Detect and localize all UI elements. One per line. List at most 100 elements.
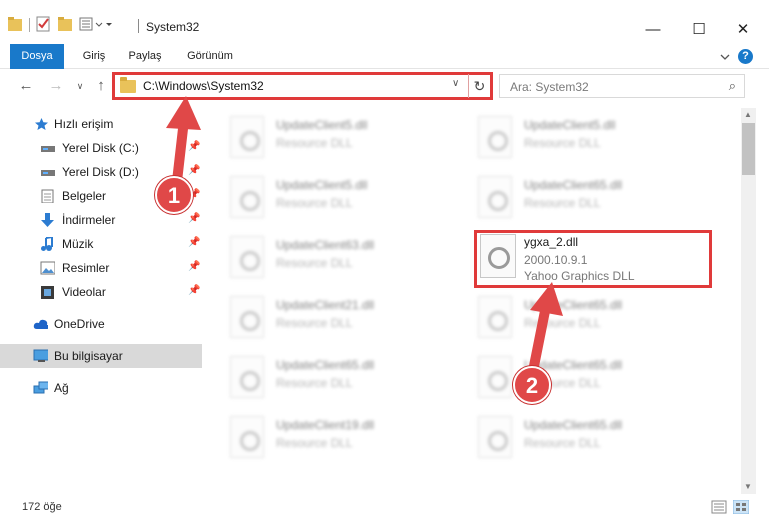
expand-ribbon-icon[interactable]	[718, 49, 732, 65]
sidebar-item-onedrive[interactable]: OneDrive	[0, 312, 202, 336]
sidebar-item-network[interactable]: Ağ	[0, 376, 202, 400]
folder-icon	[120, 77, 136, 93]
sidebar-item-music[interactable]: Müzik 📌	[0, 232, 202, 256]
forward-button[interactable]: →	[46, 76, 66, 96]
dll-file-icon	[230, 416, 264, 458]
help-icon[interactable]: ?	[738, 49, 753, 64]
drive-icon	[41, 170, 55, 176]
vertical-scrollbar[interactable]: ▲ ▼	[741, 108, 756, 494]
dll-file-icon	[478, 176, 512, 218]
pin-icon[interactable]: 📌	[188, 165, 200, 176]
address-dropdown-icon[interactable]: ∨	[452, 78, 459, 89]
file-item[interactable]: UpdateClient65.dll Resource DLL	[454, 172, 694, 228]
tab-share[interactable]: Paylaş	[122, 44, 168, 69]
dll-file-icon	[230, 356, 264, 398]
sidebar-item-this-pc[interactable]: Bu bilgisayar	[0, 344, 202, 368]
sidebar-item-videos[interactable]: Videolar 📌	[0, 280, 202, 304]
close-button[interactable]: ✕	[720, 14, 766, 44]
file-item[interactable]: UpdateClient5.dll Resource DLL	[206, 172, 446, 228]
dll-file-icon	[230, 176, 264, 218]
file-item[interactable]: UpdateClient5.dll Resource DLL	[454, 112, 694, 168]
scrollbar-thumb[interactable]	[742, 123, 755, 175]
drive-icon	[41, 146, 55, 152]
sidebar-item-pictures[interactable]: Resimler 📌	[0, 256, 202, 280]
close-icon: ✕	[736, 21, 750, 38]
maximize-button[interactable]: ☐	[676, 14, 722, 44]
tab-view[interactable]: Görünüm	[180, 44, 240, 69]
sidebar-item-label: Belgeler	[62, 189, 107, 203]
properties-icon[interactable]	[36, 16, 51, 32]
up-button[interactable]: ↑	[91, 76, 111, 96]
file-item[interactable]: UpdateClient65.dll Resource DLL	[454, 292, 694, 348]
file-name: UpdateClient65.dll	[524, 418, 623, 432]
back-button[interactable]: ←	[16, 76, 36, 96]
tab-home[interactable]: Giriş	[72, 44, 116, 69]
search-box[interactable]: Ara: System32 ⌕	[499, 74, 745, 98]
file-name: UpdateClient21.dll	[276, 298, 375, 312]
address-bar[interactable]: C:\Windows\System32 ∨ ↻	[112, 72, 493, 100]
new-folder-icon[interactable]	[58, 16, 72, 32]
file-list: UpdateClient5.dll Resource DLL UpdateCli…	[206, 108, 740, 494]
file-type: Resource DLL	[276, 376, 353, 390]
pin-icon[interactable]: 📌	[188, 141, 200, 152]
refresh-icon: ↻	[473, 78, 486, 94]
title-bar: System32 — ☐ ✕	[0, 0, 769, 44]
file-item[interactable]: UpdateClient21.dll Resource DLL	[206, 292, 446, 348]
maximize-icon: ☐	[692, 21, 706, 38]
sidebar-item-label: Resimler	[62, 261, 110, 275]
details-view-icon[interactable]	[711, 500, 727, 514]
sidebar-item-label: Yerel Disk (D:)	[62, 165, 139, 179]
address-path[interactable]: C:\Windows\System32	[143, 79, 264, 93]
search-input[interactable]: Ara: System32	[510, 80, 589, 94]
file-name: UpdateClient5.dll	[276, 118, 368, 132]
status-bar: 172 öğe	[0, 494, 769, 527]
sidebar-item-quick-access[interactable]: Hızlı erişim	[0, 112, 202, 136]
file-item[interactable]: UpdateClient65.dll Resource DLL	[454, 352, 694, 408]
videos-icon	[41, 286, 54, 299]
dll-file-icon	[230, 116, 264, 158]
pin-icon[interactable]: 📌	[188, 261, 200, 272]
file-name: UpdateClient63.dll	[276, 238, 375, 252]
file-type: Resource DLL	[276, 256, 353, 270]
file-name: UpdateClient19.dll	[276, 418, 375, 432]
step-2-badge: 2	[513, 366, 551, 404]
scroll-up-icon[interactable]: ▲	[744, 110, 752, 119]
minimize-button[interactable]: —	[630, 14, 676, 44]
refresh-button[interactable]: ↻	[468, 74, 490, 98]
folder-icon[interactable]	[8, 16, 22, 32]
dll-file-icon	[230, 236, 264, 278]
large-icons-view-icon[interactable]	[733, 500, 749, 514]
pin-icon[interactable]: 📌	[188, 285, 200, 296]
file-item[interactable]: UpdateClient65.dll Resource DLL	[454, 412, 694, 468]
sidebar-item-local-disk-c[interactable]: Yerel Disk (C:) 📌	[0, 136, 202, 160]
file-item[interactable]: UpdateClient5.dll Resource DLL	[206, 112, 446, 168]
file-type: Resource DLL	[276, 436, 353, 450]
file-name: UpdateClient65.dll	[524, 178, 623, 192]
file-item[interactable]: UpdateClient65.dll Resource DLL	[206, 352, 446, 408]
cloud-icon	[33, 319, 48, 329]
file-type: Resource DLL	[276, 316, 353, 330]
file-type: Resource DLL	[276, 136, 353, 150]
pin-icon[interactable]: 📌	[188, 213, 200, 224]
file-item[interactable]: UpdateClient63.dll Resource DLL	[206, 232, 446, 288]
sidebar-item-label: OneDrive	[54, 317, 105, 331]
file-name: UpdateClient65.dll	[276, 358, 375, 372]
ribbon-tabs: Dosya Giriş Paylaş Görünüm ?	[0, 44, 769, 69]
sidebar-item-label: Videolar	[62, 285, 106, 299]
file-item[interactable]: UpdateClient19.dll Resource DLL	[206, 412, 446, 468]
file-name: UpdateClient65.dll	[524, 298, 623, 312]
pin-icon[interactable]: 📌	[188, 237, 200, 248]
minimize-icon: —	[645, 20, 661, 38]
item-count: 172 öğe	[22, 501, 62, 513]
recent-locations-button[interactable]: ∨	[70, 76, 90, 96]
star-icon	[35, 118, 48, 130]
customize-toolbar-icon[interactable]	[79, 16, 113, 32]
search-icon[interactable]: ⌕	[729, 78, 736, 94]
sidebar-item-label: Ağ	[54, 381, 69, 395]
dll-file-icon	[478, 416, 512, 458]
download-icon	[41, 213, 54, 227]
dll-file-icon	[478, 116, 512, 158]
dll-file-icon	[478, 356, 512, 398]
scroll-down-icon[interactable]: ▼	[744, 482, 752, 491]
tab-file[interactable]: Dosya	[10, 44, 64, 69]
